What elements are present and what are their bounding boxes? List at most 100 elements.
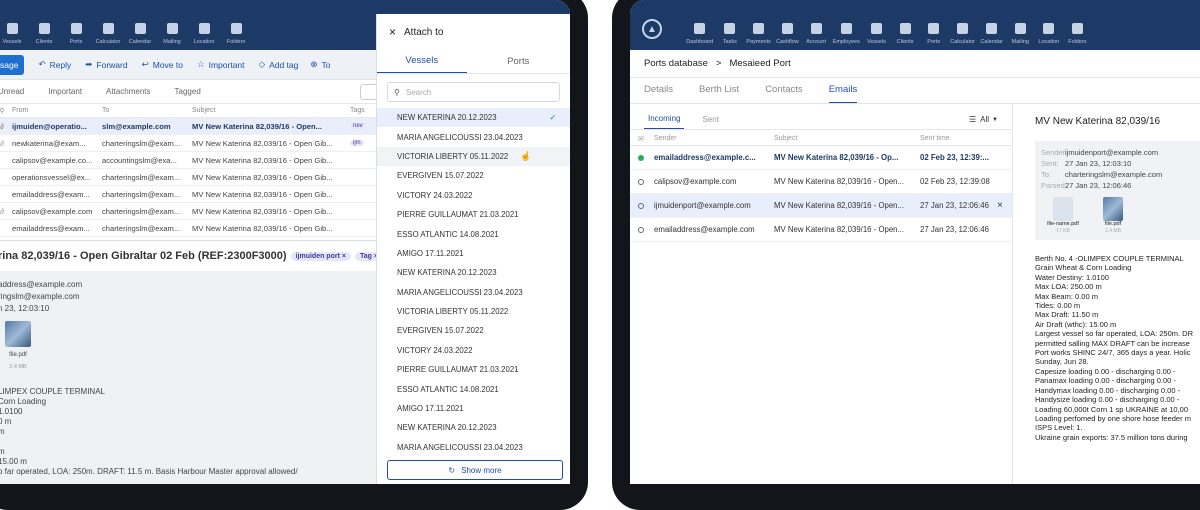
vessel-item[interactable]: MARIA ANGELICOUSSI 23.04.2023	[377, 283, 570, 302]
table-row[interactable]: ∂ calipsov@example.com charteringslm@exam.…	[0, 203, 376, 220]
to-button[interactable]: ⊗ To	[310, 59, 330, 70]
vessel-item[interactable]: ESSO ATLANTIC 14.08.2021	[377, 379, 570, 398]
vessel-item[interactable]: AMIGO 17.11.2021	[377, 399, 570, 418]
tab-sent[interactable]: Sent	[702, 115, 718, 124]
tab-vessels[interactable]: Vessels	[377, 50, 467, 73]
nav-vessels[interactable]: Vessels	[0, 23, 25, 45]
paperclip-icon: ∂	[0, 138, 4, 148]
nav-label: Folders	[226, 39, 246, 45]
important-button[interactable]: ☆ Important	[197, 59, 245, 70]
table-row[interactable]: emailaddress@example.com MV New Katerina …	[630, 218, 1012, 242]
reply-icon: ↶	[38, 59, 46, 69]
filter-dropdown[interactable]: ☰ All ▼	[969, 115, 998, 124]
nav-tasks[interactable]: Tasks	[718, 23, 742, 45]
attachment-file[interactable]: file-name.pdf 17 KB	[1041, 197, 1085, 234]
attachment-file[interactable]: file.pdf 2.4 MB	[1091, 197, 1135, 234]
nav-calculator[interactable]: Calculator	[950, 23, 975, 45]
vessel-item[interactable]: VICTORY 24.03.2022	[377, 341, 570, 360]
table-row[interactable]: emailaddress@example.c... MV New Katerina…	[630, 146, 1012, 170]
file-thumbnail-icon	[5, 321, 31, 347]
vessel-item[interactable]: PIERRE GUILLAUMAT 21.03.2021	[377, 205, 570, 224]
tag-chip-tag[interactable]: Tag ×	[354, 251, 376, 261]
table-row[interactable]: ∂ newkaterina@exam... charteringslm@exam..…	[0, 135, 376, 152]
nav-location[interactable]: Location	[191, 23, 217, 45]
tab-contacts[interactable]: Contacts	[765, 78, 803, 103]
row-time: 27 Jan 23, 12:06:46	[920, 201, 989, 210]
nav-clients[interactable]: Clients	[893, 23, 917, 45]
show-more-button[interactable]: ↻ Show more	[387, 460, 563, 480]
search-icon: ⚲	[394, 87, 400, 97]
table-row[interactable]: ijmuidenport@example.com MV New Katerina …	[630, 194, 1012, 218]
nav-location[interactable]: Location	[1037, 23, 1061, 45]
nav-clients[interactable]: Clients	[31, 23, 57, 45]
vessel-search-input[interactable]: ⚲ Search	[387, 82, 560, 102]
close-icon[interactable]: ×	[997, 200, 1003, 211]
reply-button[interactable]: ↶ Reply	[38, 59, 71, 70]
nav-folders[interactable]: Folders	[1065, 23, 1089, 45]
table-row[interactable]: ∂ ijmuiden@operatio... slm@example.com MV N…	[0, 118, 376, 135]
vessel-item[interactable]: ESSO ATLANTIC 14.08.2021	[377, 224, 570, 243]
tab-ports[interactable]: Ports	[467, 56, 570, 67]
table-row[interactable]: emailaddress@exam... charteringslm@exam..…	[0, 186, 376, 203]
nav-cashflow[interactable]: Cashflow	[775, 23, 799, 45]
filter-unread[interactable]: Unread	[0, 87, 24, 96]
nav-account[interactable]: Account	[804, 23, 828, 45]
table-row[interactable]: calipsov@example.com MV New Katerina 82,0…	[630, 170, 1012, 194]
nav-ports[interactable]: Ports	[922, 23, 946, 45]
vessel-item[interactable]: NEW KATERINA 20.12.2023 ✓	[377, 108, 570, 128]
close-icon[interactable]: ×	[389, 25, 396, 39]
dashboard-icon	[694, 23, 706, 34]
move-to-button[interactable]: ↩ Move to	[142, 59, 183, 70]
attachment-file[interactable]: file.pdf 2.4 MB	[0, 321, 38, 373]
vessel-item[interactable]: MARIA ANGELICOUSSI 23.04.2023	[377, 438, 570, 457]
add-tag-button[interactable]: ◇ Add tag	[259, 59, 299, 70]
nav-calculator[interactable]: Calculator	[95, 23, 121, 45]
table-row[interactable]: operationsvessel@ex... charteringslm@exam…	[0, 169, 376, 186]
nav-payments[interactable]: Payments	[746, 23, 771, 45]
nav-folders[interactable]: Folders	[223, 23, 249, 45]
body-line: 15.00 m	[0, 457, 27, 466]
clients-icon	[38, 23, 50, 34]
vessel-name: VICTORY 24.03.2022	[397, 345, 473, 355]
tab-berth-list[interactable]: Berth List	[699, 78, 739, 103]
detail-recipient: ringslm@example.com	[0, 292, 80, 301]
vessel-item[interactable]: EVERGIVEN 15.07.2022	[377, 321, 570, 340]
important-label: Important	[208, 59, 245, 70]
cashflow-icon	[781, 23, 793, 34]
vessel-item[interactable]: MARIA ANGELICOUSSI 23.04.2023	[377, 127, 570, 146]
vessel-item[interactable]: VICTORIA LIBERTY 05.11.2022	[377, 302, 570, 321]
filter-tagged[interactable]: Tagged	[175, 87, 201, 96]
nav-mailing[interactable]: Mailing	[1008, 23, 1032, 45]
vessel-item[interactable]: AMIGO 17.11.2021	[377, 244, 570, 263]
table-row[interactable]: calipsov@example.co... accountingslm@exa.…	[0, 152, 376, 169]
table-row[interactable]: emailaddress@exam... charteringslm@exam..…	[0, 220, 376, 237]
tab-incoming[interactable]: Incoming	[644, 110, 685, 129]
nav-dashboard[interactable]: Dashboard	[686, 23, 713, 45]
nav-calendar[interactable]: Calendar	[127, 23, 153, 45]
filter-important[interactable]: Important	[48, 87, 82, 96]
nav-label: Clients	[35, 39, 53, 45]
tab-details[interactable]: Details	[644, 78, 673, 103]
vessel-item[interactable]: VICTORY 24.03.2022	[377, 186, 570, 205]
attach-to-panel: × Attach to Vessels Ports ⚲ Search NEW K…	[376, 14, 570, 484]
tab-emails[interactable]: Emails	[828, 78, 858, 103]
nav-employees[interactable]: Employees	[833, 23, 860, 45]
nav-calendar[interactable]: Calendar	[980, 23, 1004, 45]
nav-vessels[interactable]: Vessels	[864, 23, 888, 45]
tag-chip-ijmuiden[interactable]: ijmuiden port ×	[290, 251, 351, 261]
nav-ports[interactable]: Ports	[63, 23, 89, 45]
new-message-button[interactable]: sage	[0, 54, 25, 75]
breadcrumb-root[interactable]: Ports database	[644, 58, 708, 69]
vessel-item[interactable]: NEW KATERINA 20.12.2023	[377, 263, 570, 282]
vessel-item[interactable]: PIERRE GUILLAUMAT 21.03.2021	[377, 360, 570, 379]
row-subject: MV New Katerina 82,039/16 - Open Gib...	[192, 223, 333, 233]
app-logo-icon[interactable]: ▲	[642, 19, 662, 39]
forward-button[interactable]: ➦ Forward	[85, 59, 127, 70]
nav-label: Vessels	[2, 39, 22, 45]
vessel-item[interactable]: VICTORIA LIBERTY 05.11.2022 ☝	[377, 146, 570, 167]
nav-mailing[interactable]: Mailing	[159, 23, 185, 45]
filter-attachments[interactable]: Attachments	[106, 87, 150, 96]
vessel-item[interactable]: EVERGIVEN 15.07.2022	[377, 166, 570, 185]
row-to: charteringslm@exam...	[102, 138, 181, 148]
vessel-item[interactable]: NEW KATERINA 20.12.2023	[377, 418, 570, 437]
